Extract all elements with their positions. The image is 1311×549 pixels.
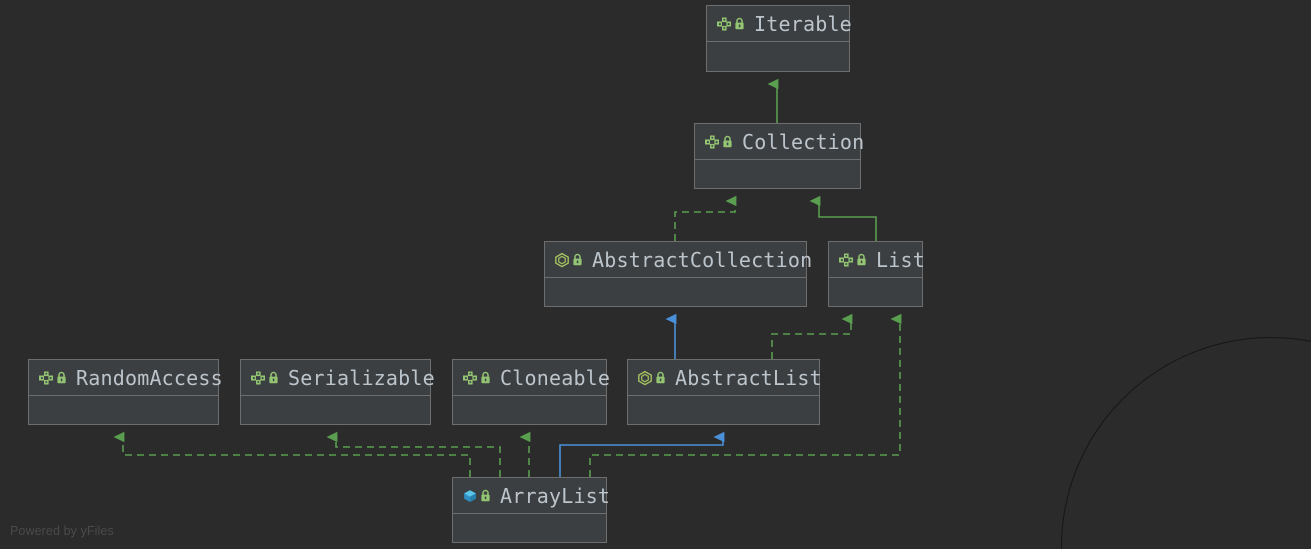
interface-icon — [39, 371, 53, 384]
icon-group — [38, 370, 67, 386]
edge-arraylist-randomaccess — [113, 431, 471, 477]
lock-icon — [723, 135, 732, 148]
lock-icon — [735, 17, 744, 30]
class-icon — [464, 489, 476, 502]
interface-icon — [705, 135, 719, 148]
icon-group — [250, 370, 279, 386]
node-body — [453, 514, 606, 542]
node-body — [628, 396, 819, 424]
uml-node-arraylist[interactable]: ArrayList — [452, 477, 610, 543]
node-header: List — [829, 242, 925, 278]
lock-icon — [656, 371, 665, 384]
lock-icon — [857, 253, 866, 266]
interface-icon — [463, 371, 477, 384]
yfiles-watermark: Powered by yFiles — [10, 524, 114, 538]
uml-node-serializable[interactable]: Serializable — [240, 359, 435, 425]
node-title: Cloneable — [500, 365, 611, 390]
icon-group — [704, 134, 733, 150]
edge-abstractlist-list — [771, 313, 853, 359]
interface-icon — [717, 17, 731, 30]
abstract-class-icon — [555, 252, 569, 267]
node-body — [453, 396, 606, 424]
node-body — [707, 42, 849, 71]
icon-group — [462, 488, 491, 504]
interface-icon — [251, 371, 265, 384]
uml-node-iterable[interactable]: Iterable — [706, 5, 852, 72]
edge-arraylist-abstractlist — [559, 431, 725, 477]
node-header: Serializable — [241, 360, 435, 396]
uml-node-cloneable[interactable]: Cloneable — [452, 359, 610, 425]
decorative-circle — [1061, 337, 1311, 549]
uml-node-collection[interactable]: Collection — [694, 123, 864, 189]
node-body — [29, 396, 218, 424]
lock-icon — [481, 371, 490, 384]
lock-icon — [573, 253, 582, 266]
node-title: RandomAccess — [76, 365, 223, 390]
uml-node-abstractcollection[interactable]: AbstractCollection — [544, 241, 812, 307]
node-body — [545, 278, 806, 306]
node-header: AbstractCollection — [545, 242, 812, 278]
lock-icon — [481, 489, 490, 502]
edge-abstractcollection-collection — [674, 195, 737, 241]
node-header: AbstractList — [628, 360, 822, 396]
uml-node-abstractlist[interactable]: AbstractList — [627, 359, 822, 425]
icon-group — [637, 370, 666, 386]
node-header: ArrayList — [453, 478, 610, 514]
icon-group — [838, 252, 867, 268]
uml-node-list[interactable]: List — [828, 241, 925, 307]
node-title: Collection — [742, 129, 865, 154]
node-header: RandomAccess — [29, 360, 223, 396]
node-title: List — [876, 247, 925, 272]
lock-icon — [269, 371, 278, 384]
node-header: Cloneable — [453, 360, 610, 396]
node-title: AbstractCollection — [592, 247, 813, 272]
node-body — [241, 396, 430, 424]
lock-icon — [57, 371, 66, 384]
edge-arraylist-serializable — [326, 431, 501, 477]
uml-node-randomaccess[interactable]: RandomAccess — [28, 359, 223, 425]
uml-diagram-canvas[interactable]: Iterable Collection AbstractCollection L… — [0, 0, 1311, 549]
node-header: Iterable — [707, 6, 852, 42]
interface-icon — [839, 253, 853, 266]
icon-group — [462, 370, 491, 386]
icon-group — [554, 252, 583, 268]
node-title: AbstractList — [675, 365, 822, 390]
node-body — [829, 278, 922, 306]
edge-list-collection — [809, 195, 877, 241]
node-title: Serializable — [288, 365, 435, 390]
icon-group — [716, 16, 745, 32]
node-body — [695, 160, 860, 188]
abstract-class-icon — [638, 370, 652, 385]
node-title: Iterable — [754, 11, 852, 36]
node-title: ArrayList — [500, 483, 611, 508]
node-header: Collection — [695, 124, 864, 160]
